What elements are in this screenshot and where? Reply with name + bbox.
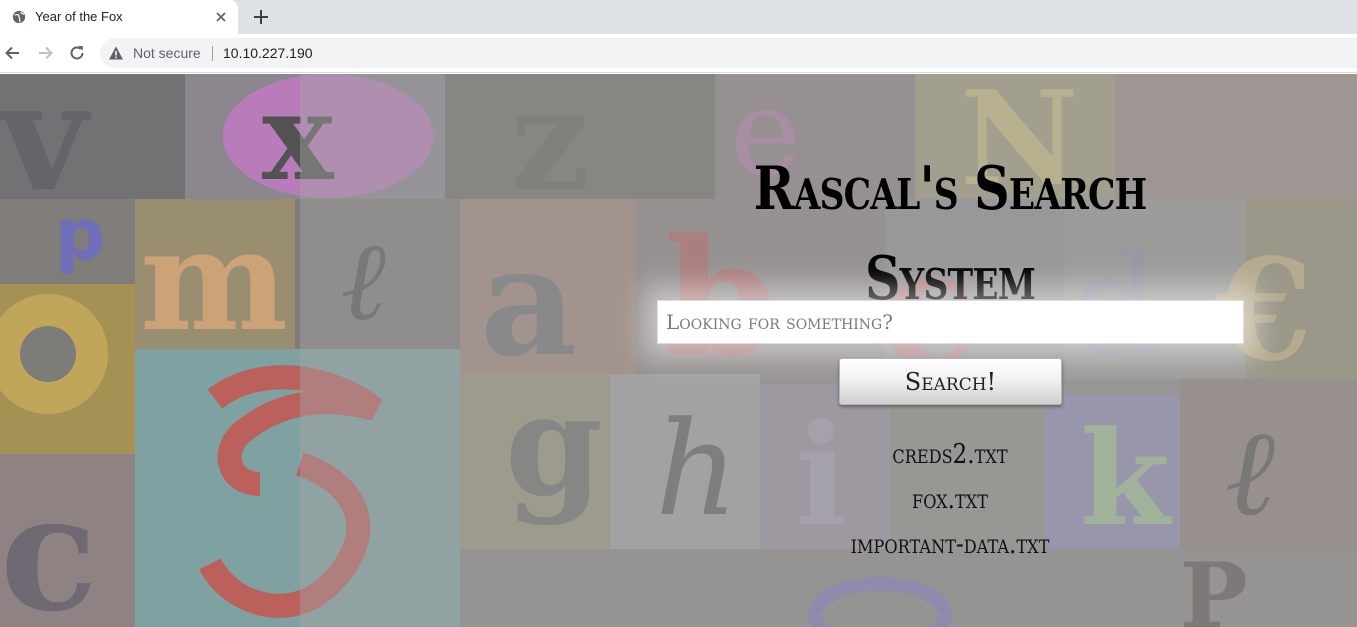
reload-icon[interactable] xyxy=(67,43,87,63)
browser-toolbar: Not secure 10.10.227.190 xyxy=(0,34,1357,73)
arrow-left-icon[interactable] xyxy=(3,43,23,63)
globe-icon xyxy=(12,10,26,24)
tab-title: Year of the Fox xyxy=(35,9,123,24)
list-item: important-data.txt xyxy=(850,529,1050,560)
plus-icon[interactable] xyxy=(251,7,271,27)
list-item: fox.txt xyxy=(911,484,988,515)
security-label[interactable]: Not secure xyxy=(133,45,201,61)
url-text[interactable]: 10.10.227.190 xyxy=(223,45,313,61)
results-list: creds2.txt fox.txt important-data.txt xyxy=(760,432,1140,567)
search-button[interactable]: Search! xyxy=(839,358,1062,405)
warning-icon[interactable] xyxy=(108,45,124,61)
list-item: creds2.txt xyxy=(892,439,1008,470)
arrow-right-icon[interactable] xyxy=(35,43,55,63)
page-content: v x z e N p m ℓ a b c d € c g h i k ℓ P … xyxy=(0,74,1357,627)
close-icon[interactable] xyxy=(212,8,230,26)
browser-tab[interactable]: Year of the Fox xyxy=(0,0,238,34)
address-bar[interactable]: Not secure 10.10.227.190 xyxy=(100,38,1357,68)
search-input[interactable] xyxy=(657,300,1244,344)
divider xyxy=(212,46,213,61)
tab-strip: Year of the Fox xyxy=(0,0,1357,34)
page-title: Rascal's Search System xyxy=(753,154,1147,314)
